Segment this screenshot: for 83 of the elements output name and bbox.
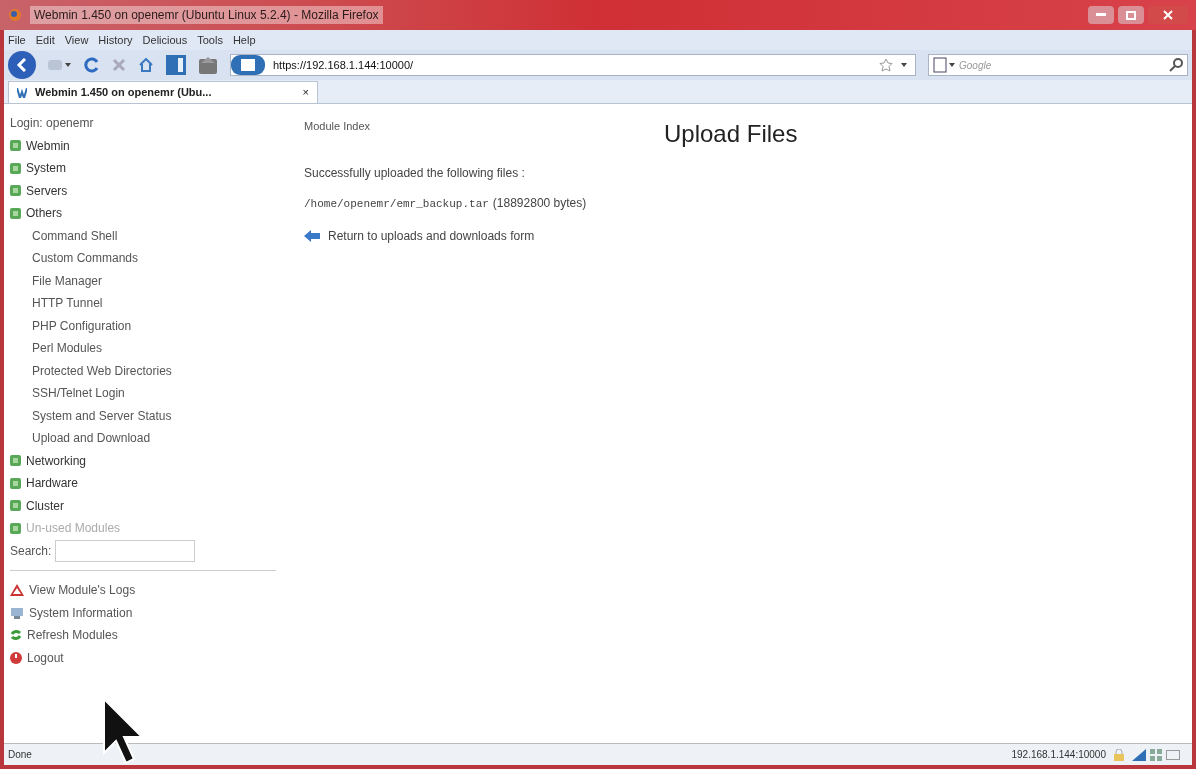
category-link[interactable]: Networking xyxy=(26,449,87,472)
module-index-link[interactable]: Module Index xyxy=(304,118,664,135)
left-arrow-icon xyxy=(304,229,320,242)
status-address: 192.168.1.144:10000 xyxy=(1011,748,1106,762)
module-link[interactable]: System and Server Status xyxy=(10,404,284,427)
search-bar[interactable]: Google xyxy=(928,54,1188,76)
search-icon[interactable] xyxy=(1169,58,1183,72)
sidebar-link[interactable]: Refresh Modules xyxy=(27,624,118,647)
page-heading: Upload Files xyxy=(664,119,798,149)
module-category-icon xyxy=(10,207,21,219)
return-link[interactable]: Return to uploads and downloads form xyxy=(328,226,535,245)
module-link[interactable]: Perl Modules xyxy=(10,337,284,360)
category-link[interactable]: Webmin xyxy=(26,134,70,157)
category-link[interactable]: Servers xyxy=(26,179,68,202)
module-link[interactable]: Command Shell xyxy=(10,224,284,247)
category-link[interactable]: System xyxy=(26,157,66,180)
close-button[interactable] xyxy=(1148,6,1188,24)
module-category-icon xyxy=(10,522,21,534)
module-link[interactable]: HTTP Tunnel xyxy=(10,292,284,315)
window-title: Webmin 1.450 on openemr (Ubuntu Linux 5.2.4) - Mozilla Firefox xyxy=(30,6,383,24)
maximize-icon xyxy=(1126,10,1136,20)
close-icon xyxy=(1163,10,1173,20)
tag-icon[interactable] xyxy=(198,55,218,75)
module-category-icon xyxy=(10,185,21,197)
search-label: Search: xyxy=(10,542,52,560)
mail-icon xyxy=(1166,749,1180,760)
module-category-icon xyxy=(10,500,21,512)
module-link[interactable]: SSH/Telnet Login xyxy=(10,382,284,405)
menu-item[interactable]: History xyxy=(98,31,133,49)
file-size: (18892800 bytes) xyxy=(492,195,587,212)
menu-item[interactable]: View xyxy=(64,31,89,49)
minimize-icon xyxy=(1096,13,1106,17)
forward-dropdown-icon[interactable] xyxy=(48,58,72,72)
refresh-icon xyxy=(10,629,22,642)
bookmark-panel-icon[interactable] xyxy=(166,55,186,75)
module-category-icon xyxy=(10,477,21,489)
computer-icon xyxy=(10,606,24,619)
sidebar-link[interactable]: View Module's Logs xyxy=(29,579,136,602)
back-button[interactable] xyxy=(8,51,36,79)
maximize-button[interactable] xyxy=(1118,6,1144,24)
site-icon xyxy=(17,87,27,98)
module-link[interactable]: Protected Web Directories xyxy=(10,359,284,382)
tab-close-button[interactable]: × xyxy=(302,84,309,101)
category-link[interactable]: Hardware xyxy=(26,472,79,495)
category-link[interactable]: Cluster xyxy=(26,494,64,517)
home-icon[interactable] xyxy=(138,58,154,72)
browser-tab[interactable]: Webmin 1.450 on openemr (Ubu... × xyxy=(8,81,318,103)
grid-icon xyxy=(1150,748,1162,761)
module-category-icon xyxy=(10,140,21,152)
menu-item[interactable]: Tools xyxy=(197,31,223,49)
reload-icon[interactable] xyxy=(84,57,100,73)
search-engine-icon[interactable] xyxy=(933,57,955,73)
address-bar[interactable]: https://192.168.1.144:10000/ xyxy=(230,54,916,76)
firefox-icon xyxy=(8,8,22,22)
module-link[interactable]: File Manager xyxy=(10,269,284,292)
address-url: https://192.168.1.144:10000/ xyxy=(273,57,414,73)
menu-item[interactable]: Delicious xyxy=(142,31,188,49)
module-link[interactable]: Upload and Download xyxy=(10,427,284,450)
dropdown-caret-icon[interactable] xyxy=(901,63,907,67)
status-text: Done xyxy=(8,748,32,762)
module-link[interactable]: Custom Commands xyxy=(10,247,284,270)
star-icon[interactable] xyxy=(879,58,893,72)
tab-label: Webmin 1.450 on openemr (Ubu... xyxy=(35,85,212,101)
menu-item[interactable]: File xyxy=(8,31,26,49)
sidebar-link[interactable]: System Information xyxy=(29,601,133,624)
menu-item[interactable]: Help xyxy=(232,31,256,49)
site-icon xyxy=(231,55,265,75)
minimize-button[interactable] xyxy=(1088,6,1114,24)
success-message: Successfully uploaded the following files : xyxy=(304,165,526,182)
warning-icon xyxy=(10,584,24,597)
connection-icon xyxy=(1132,748,1146,761)
file-path: /home/openemr/emr_backup.tar xyxy=(304,197,489,212)
lock-icon xyxy=(1114,748,1124,761)
module-search-field[interactable] xyxy=(55,539,196,562)
module-category-icon xyxy=(10,162,21,174)
module-category-icon xyxy=(10,455,21,467)
module-link[interactable]: PHP Configuration xyxy=(10,314,284,337)
power-icon xyxy=(10,651,22,664)
sidebar-link[interactable]: Logout xyxy=(27,646,64,669)
menu-item[interactable]: Edit xyxy=(35,31,55,49)
category-link[interactable]: Others xyxy=(26,202,62,225)
login-label: Login: openemr xyxy=(10,115,95,132)
search-field[interactable]: Google xyxy=(959,57,1165,73)
